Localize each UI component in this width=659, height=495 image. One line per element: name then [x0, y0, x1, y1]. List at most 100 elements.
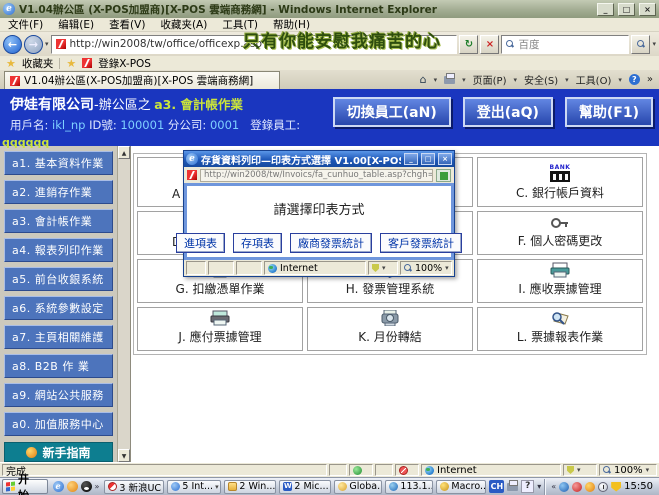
favorites-label[interactable]: 收藏夹: [22, 56, 54, 71]
alert-tray-icon[interactable]: [585, 482, 595, 492]
dialog-minimize-button[interactable]: _: [404, 153, 418, 165]
sidebar-item-a3-accounting[interactable]: a3. 會計帳作業: [4, 209, 113, 233]
divider: [59, 58, 60, 69]
language-indicator[interactable]: CH: [489, 480, 504, 493]
sidebar-item-a8-b2b[interactable]: a8. B2B 作 業: [4, 354, 113, 378]
purchase-table-button[interactable]: 進項表: [176, 233, 225, 253]
history-dropdown-icon[interactable]: ▾: [45, 40, 49, 48]
cell-f-password-change[interactable]: F. 個人密碼更改: [477, 211, 643, 255]
menu-favorites[interactable]: 收藏夹(A): [160, 17, 207, 32]
messenger-icon[interactable]: [67, 481, 78, 492]
address-url[interactable]: http://win2008/tw/office/officexp.asp: [70, 38, 263, 50]
add-favorite-icon[interactable]: ★: [66, 57, 76, 70]
search-go-button[interactable]: [631, 35, 650, 54]
sidebar-scrollbar[interactable]: ▲ ▼: [117, 146, 130, 462]
clock[interactable]: 15:50: [624, 481, 653, 492]
safety-menu[interactable]: 安全(S): [524, 72, 558, 87]
security-shield-icon[interactable]: [611, 482, 621, 492]
sidebar-item-a5-pos-frontend[interactable]: a5. 前台收銀系統: [4, 267, 113, 291]
home-icon[interactable]: ⌂: [420, 73, 427, 86]
command-bar: ⌂ ▾ ▾ 页面(P) ▾ 安全(S) ▾ 工具(O) ▾ ? »: [420, 72, 655, 89]
refresh-icon[interactable]: ↻: [459, 35, 478, 54]
scroll-up-icon[interactable]: ▲: [118, 146, 130, 159]
tools-menu[interactable]: 工具(O): [576, 72, 612, 87]
search-icon: [637, 40, 645, 48]
stock-table-button[interactable]: 存項表: [233, 233, 282, 253]
print-dropdown-icon[interactable]: ▾: [462, 76, 466, 84]
cell-l-notes-reports[interactable]: L. 票據報表作業: [477, 307, 643, 351]
newbie-guide-banner[interactable]: 新手指南: [4, 442, 113, 462]
taskbar-button-microsoft[interactable]: W 2 Mic... ▾: [279, 480, 331, 494]
ie-icon[interactable]: e: [53, 481, 64, 492]
cell-i-receivable-notes[interactable]: I. 應收票據管理: [477, 259, 643, 303]
sidebar-item-a2-inventory[interactable]: a2. 進銷存作業: [4, 180, 113, 204]
favorites-star-icon[interactable]: ★: [6, 57, 16, 70]
page-dropdown-icon[interactable]: ▾: [513, 76, 517, 84]
company-name: 伊娃有限公司: [10, 97, 94, 113]
taskbar-button-windows[interactable]: 2 Win... ▾: [224, 480, 276, 494]
sidebar-item-a1-basic-data[interactable]: a1. 基本資料作業: [4, 151, 113, 175]
printer-tray-icon[interactable]: [507, 483, 518, 491]
start-button[interactable]: 开始: [2, 479, 48, 494]
tab-office-area[interactable]: V1.04辦公區(X-POS加盟商)[X-POS 雲端商務網]: [4, 71, 280, 89]
favorite-link-login-xpos[interactable]: 登錄X-POS: [98, 56, 151, 71]
taskbar-button-internet[interactable]: 5 Int... ▾: [167, 480, 221, 494]
print-icon[interactable]: [444, 76, 455, 84]
menu-edit[interactable]: 编辑(E): [58, 17, 94, 32]
cell-label: I. 應收票據管理: [518, 280, 601, 297]
help-icon[interactable]: ?: [629, 74, 640, 85]
dialog-page-icon[interactable]: [436, 169, 451, 182]
window-titlebar: e V1.04辦公區 (X-POS加盟商)[X-POS 雲端商務網] - Win…: [0, 0, 659, 18]
switch-employee-button[interactable]: 切換員工(aN): [333, 97, 451, 127]
zoom-control[interactable]: 100% ▾: [400, 261, 452, 275]
help-icon[interactable]: ?: [521, 480, 534, 493]
employee-value: qqqqqq: [2, 136, 49, 149]
page-menu[interactable]: 页面(P): [473, 72, 507, 87]
search-input[interactable]: 百度: [501, 35, 629, 54]
taskbar-button-remote[interactable]: 113.1...: [385, 480, 433, 494]
close-button[interactable]: ×: [639, 3, 656, 16]
protected-mode-indicator[interactable]: ▾: [368, 261, 398, 275]
stop-icon[interactable]: ×: [480, 35, 499, 54]
qq-icon[interactable]: [81, 481, 92, 492]
menu-view[interactable]: 查看(V): [109, 17, 145, 32]
help-button[interactable]: 幫助(F1): [565, 97, 653, 127]
zoom-control[interactable]: 100% ▾: [599, 464, 657, 476]
forward-icon[interactable]: →: [24, 35, 43, 54]
language-options-icon[interactable]: ▾: [537, 482, 541, 491]
show-hidden-icons[interactable]: «: [551, 482, 556, 491]
scroll-down-icon[interactable]: ▼: [118, 449, 130, 462]
cell-j-payable-notes[interactable]: J. 應付票據管理: [137, 307, 303, 351]
safety-dropdown-icon[interactable]: ▾: [565, 76, 569, 84]
qq-tray-icon[interactable]: [572, 482, 582, 492]
dialog-close-button[interactable]: ×: [438, 153, 452, 165]
uc-tray-icon[interactable]: [559, 482, 569, 492]
more-commands-icon[interactable]: »: [647, 74, 653, 85]
minimize-button[interactable]: _: [597, 3, 614, 16]
tools-dropdown-icon[interactable]: ▾: [618, 76, 622, 84]
cell-c-bank-accounts[interactable]: BANK C. 銀行帳戶資料: [477, 157, 643, 207]
sidebar-item-a4-report-print[interactable]: a4. 報表列印作業: [4, 238, 113, 262]
home-dropdown-icon[interactable]: ▾: [434, 76, 438, 84]
sidebar-item-a7-homepage-maintain[interactable]: a7. 主頁相關維護: [4, 325, 113, 349]
menu-file[interactable]: 文件(F): [8, 17, 43, 32]
protected-mode-indicator[interactable]: ▾: [563, 464, 597, 476]
user-label: 用戶名:: [10, 118, 48, 132]
dialog-maximize-button[interactable]: □: [421, 153, 435, 165]
taskbar-button-sina-uc[interactable]: 3 新浪UC ▾: [104, 480, 164, 494]
sidebar-item-a9-public-service[interactable]: a9. 網站公共服務: [4, 383, 113, 407]
taskbar-button-macro[interactable]: Macro...: [436, 480, 486, 494]
search-options-dropdown-icon[interactable]: ▾: [652, 40, 656, 48]
taskbar-button-global[interactable]: Globa...: [334, 480, 382, 494]
scheduler-tray-icon[interactable]: [598, 482, 608, 492]
customer-invoice-stats-button[interactable]: 客戶發票統計: [380, 233, 462, 253]
sidebar-item-a0-value-added[interactable]: a0. 加值服務中心: [4, 412, 113, 436]
vendor-invoice-stats-button[interactable]: 廠商發票統計: [290, 233, 372, 253]
cell-k-monthly-closing[interactable]: K. 月份轉結: [307, 307, 473, 351]
more-toolbar-icon[interactable]: »: [95, 482, 100, 491]
logout-button[interactable]: 登出(aQ): [463, 97, 553, 127]
maximize-button[interactable]: □: [618, 3, 635, 16]
sidebar-item-a6-system-params[interactable]: a6. 系統參數設定: [4, 296, 113, 320]
back-icon[interactable]: ←: [3, 35, 22, 54]
cell-label: F. 個人密碼更改: [518, 232, 603, 249]
